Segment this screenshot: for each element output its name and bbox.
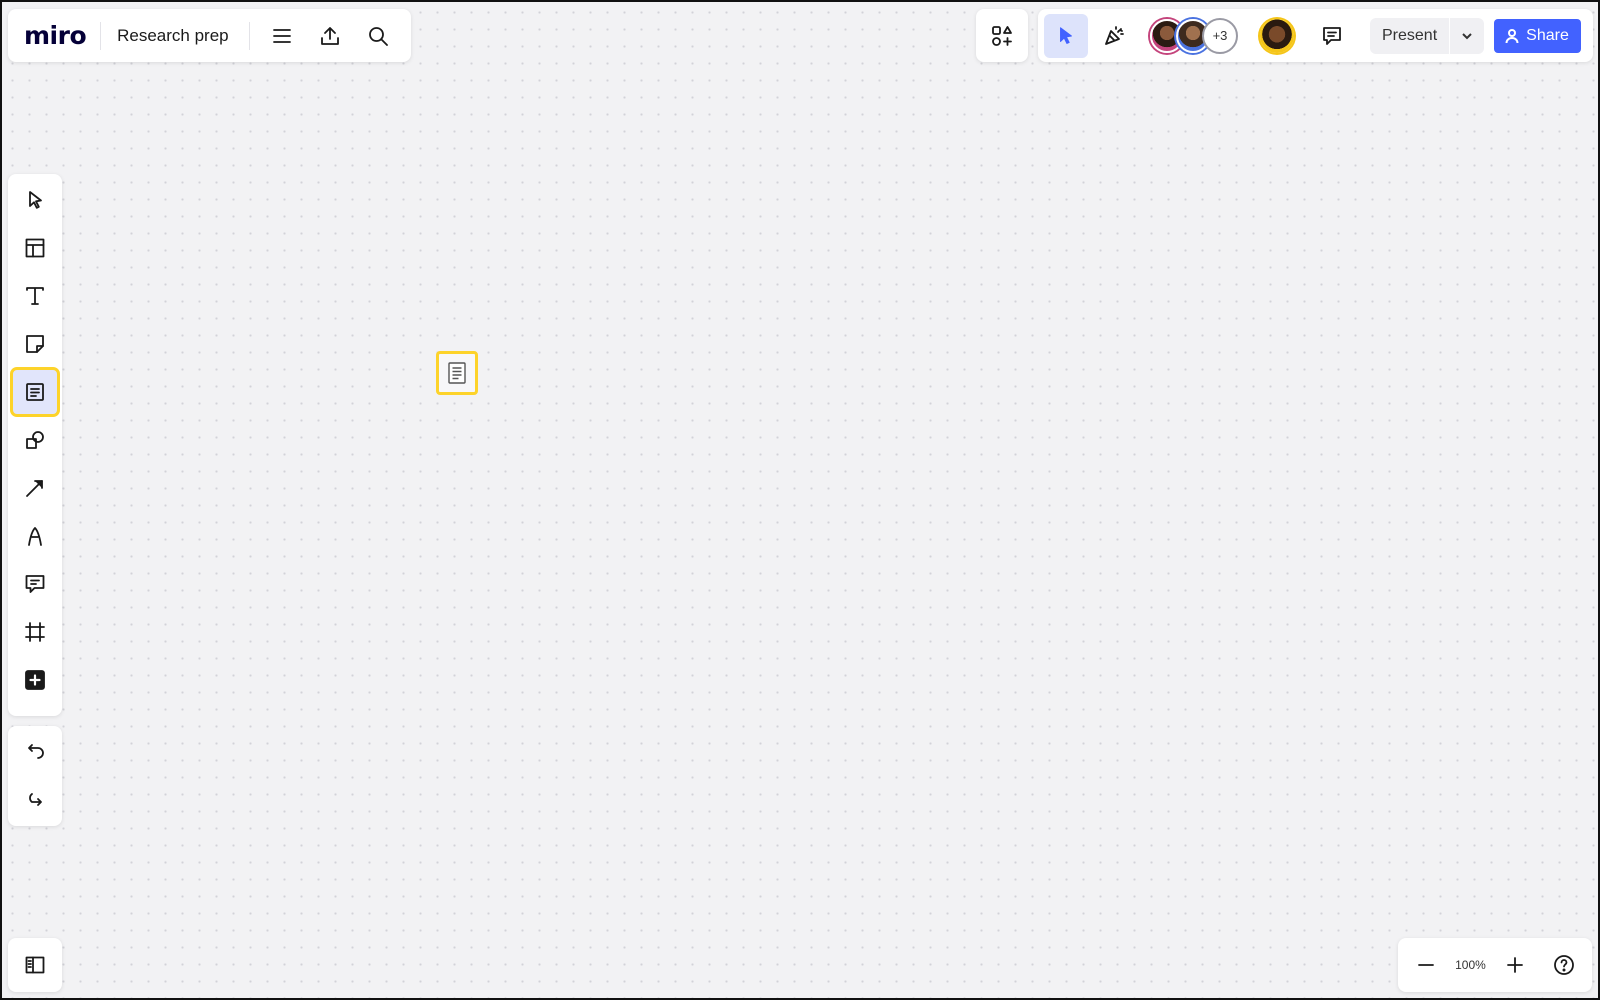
layout-icon [25,238,45,258]
present-group: Present [1370,17,1485,54]
comment-icon [1323,26,1341,45]
hamburger-icon [272,28,291,43]
zoom-controls: 100% [1398,938,1592,992]
present-button[interactable]: Present [1370,17,1451,54]
tool-text[interactable] [11,272,59,320]
redo-button[interactable] [11,776,59,824]
history-panel [8,726,62,826]
pen-icon [28,527,42,546]
search-button[interactable] [358,16,398,56]
cursor-icon [29,191,42,209]
collaborator-avatars[interactable]: +3 [1150,17,1238,54]
search-icon [368,26,388,46]
apps-panel [976,9,1028,62]
tool-select[interactable] [11,176,59,224]
canvas-document-item[interactable] [436,351,478,395]
collaborator-cursors-button[interactable] [1044,13,1088,58]
tool-pen[interactable] [11,512,59,560]
chevron-down-icon [1462,32,1472,39]
share-label: Share [1526,26,1569,44]
more-collaborators-badge[interactable]: +3 [1202,17,1238,54]
miro-logo[interactable]: miro [24,21,100,50]
sticky-note-icon [26,335,44,353]
comment-icon [25,575,45,593]
board-header: miro Research prep [8,9,411,62]
cursor-icon [1060,26,1072,44]
divider [248,21,250,50]
minus-icon [1418,964,1434,966]
apps-button[interactable] [982,16,1022,56]
help-icon [1554,955,1574,975]
sidebar-icon [25,956,45,974]
frame-icon [25,622,45,642]
tool-sticky-note[interactable] [11,320,59,368]
tool-frame[interactable] [11,608,59,656]
board-title[interactable]: Research prep [101,26,249,46]
apps-add-icon [992,25,1012,46]
share-button[interactable]: Share [1494,18,1581,53]
upload-icon [320,26,339,45]
undo-button[interactable] [11,728,59,776]
tool-document[interactable] [10,367,60,417]
sidebar-toggle-button[interactable] [11,941,59,989]
undo-icon [28,744,44,759]
frames-panel-toggle [8,938,62,992]
tool-more[interactable] [11,656,59,704]
document-icon [448,362,466,384]
comments-button[interactable] [1312,16,1352,56]
export-button[interactable] [310,16,350,56]
tool-shapes[interactable] [11,416,59,464]
party-popper-icon [1105,25,1124,45]
help-button[interactable] [1544,945,1584,985]
creation-toolbar [8,174,62,716]
tool-comment[interactable] [11,560,59,608]
collaboration-bar: +3 Present Share [1038,9,1593,62]
tool-templates[interactable] [11,224,59,272]
document-icon [26,383,44,401]
window-border [0,0,1600,1000]
reactions-button[interactable] [1094,16,1134,56]
user-icon [1505,28,1519,43]
shapes-icon [26,431,44,449]
zoom-out-button[interactable] [1406,945,1446,985]
zoom-in-button[interactable] [1495,945,1535,985]
zoom-level[interactable]: 100% [1455,958,1486,972]
plus-square-icon [25,670,45,690]
redo-icon [29,793,42,806]
menu-button[interactable] [262,16,302,56]
current-user-avatar[interactable] [1260,18,1294,53]
present-options-button[interactable] [1450,18,1484,54]
tool-connection-line[interactable] [11,464,59,512]
text-icon [26,287,44,305]
arrow-icon [26,480,43,497]
plus-icon [1506,957,1523,973]
